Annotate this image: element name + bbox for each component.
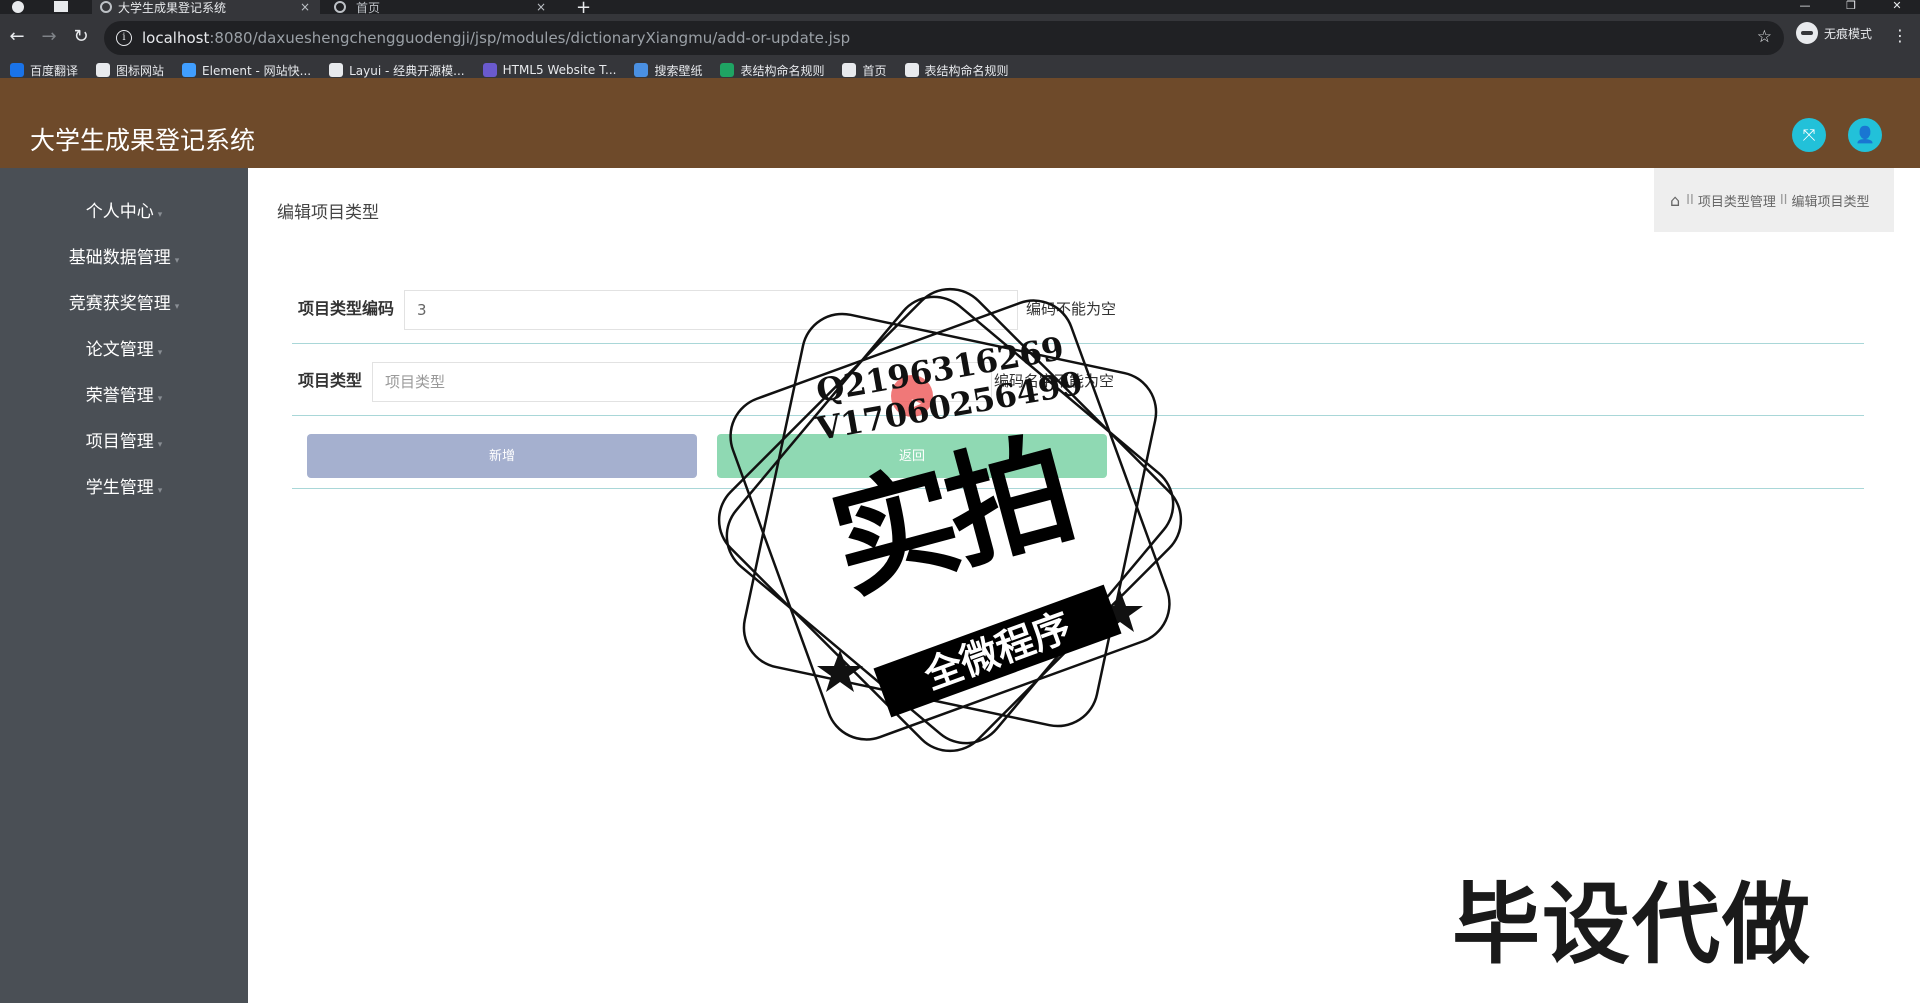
sidebar: 个人中心 ▾ 基础数据管理 ▾ 竞赛获奖管理 ▾ 论文管理 ▾ 荣誉管理 ▾ 项目管理 ▾ … (0, 168, 248, 1003)
element-icon (182, 63, 197, 77)
app-title: 大学生成果登记系统 (30, 126, 256, 155)
sidebar-item-label: 基础数据管理 (68, 248, 171, 268)
breadcrumb: ⌂ II 项目类型管理 II 编辑项目类型 (1654, 168, 1894, 232)
html5-icon (482, 63, 497, 77)
url-path: :8080/daxueshengchengguodengji/jsp/modul… (209, 29, 851, 47)
sidebar-item-label: 学生管理 (85, 478, 154, 498)
caret-icon: ▾ (157, 210, 163, 220)
breadcrumb-separator: II (1686, 192, 1694, 208)
bookmark-label: 表结构命名规则 (924, 63, 1009, 78)
url-text[interactable]: localhost:8080/daxueshengchengguodengji/… (142, 29, 850, 47)
bookmark-label: 搜索壁纸 (654, 63, 703, 78)
sheet-icon (720, 63, 735, 77)
star-icon (817, 650, 863, 692)
sidebar-item-honors[interactable]: 荣誉管理 ▾ (0, 376, 248, 416)
browser-menu-icon[interactable]: ⋮ (1892, 26, 1908, 45)
address-bar[interactable]: i localhost:8080/daxueshengchengguodengj… (104, 21, 1784, 55)
caret-icon: ▾ (174, 302, 180, 312)
sidebar-item-competition[interactable]: 竞赛获奖管理 ▾ (0, 284, 248, 324)
tab-inactive[interactable]: 首页 × (326, 0, 556, 15)
name-label: 项目类型 (298, 371, 363, 390)
bookmark-label: Layui - 经典开源模... (349, 63, 465, 78)
tab-favicon-icon (100, 1, 112, 13)
browser-tab-strip: 大学生成果登记系统 × 首页 × + — ❐ ✕ (0, 0, 1920, 18)
incognito-indicator[interactable]: 无痕模式 (1796, 22, 1872, 44)
breadcrumb-current: 编辑项目类型 (1791, 194, 1870, 210)
bookmark-item[interactable]: 图标网站 (96, 62, 164, 79)
url-host: localhost (142, 29, 210, 47)
code-label: 项目类型编码 (298, 299, 395, 318)
home-icon[interactable]: ⌂ (1670, 191, 1680, 210)
bookmark-item[interactable]: 表结构命名规则 (904, 62, 1009, 79)
bookmark-item[interactable]: Layui - 经典开源模... (329, 62, 465, 79)
window-menu-icon[interactable] (54, 1, 68, 12)
layui-icon (329, 63, 344, 77)
reload-icon[interactable]: ↻ (70, 26, 92, 48)
globe-icon (842, 63, 857, 77)
forward-arrow-icon[interactable]: → (38, 26, 60, 48)
bookmark-item[interactable]: 首页 (842, 62, 887, 79)
bookmark-item[interactable]: 百度翻译 (10, 62, 78, 79)
caret-icon: ▾ (157, 348, 163, 358)
flag-icon (96, 63, 111, 77)
add-button[interactable]: 新增 (307, 434, 697, 478)
caret-icon: ▾ (157, 394, 163, 404)
bookmark-item[interactable]: 表结构命名规则 (720, 62, 824, 79)
caret-icon: ▾ (174, 256, 180, 266)
sidebar-item-projects[interactable]: 项目管理 ▾ (0, 422, 248, 462)
sidebar-item-label: 项目管理 (85, 432, 154, 452)
corner-watermark: 毕设代做 (1452, 873, 1813, 976)
app-header: 大学生成果登记系统 ⤧ 👤 (0, 78, 1920, 168)
bookmark-label: HTML5 Website T... (502, 63, 617, 77)
breadcrumb-parent[interactable]: 项目类型管理 (1698, 191, 1776, 210)
sidebar-item-personal-center[interactable]: 个人中心 ▾ (0, 192, 248, 232)
sidebar-item-basic-data[interactable]: 基础数据管理 ▾ (0, 238, 248, 278)
restore-icon[interactable]: ❐ (1828, 0, 1874, 14)
user-icon: 👤 (1855, 125, 1875, 144)
bookmark-star-icon[interactable]: ☆ (1757, 27, 1772, 47)
tab-close-icon[interactable]: × (300, 0, 310, 14)
back-arrow-icon[interactable]: ← (6, 26, 28, 48)
tab-close-icon[interactable]: × (536, 0, 546, 14)
sidebar-item-papers[interactable]: 论文管理 ▾ (0, 330, 248, 370)
incognito-icon (1796, 22, 1818, 44)
window-controls: — ❐ ✕ (1782, 0, 1920, 14)
close-window-icon[interactable]: ✕ (1874, 0, 1920, 14)
sidebar-item-label: 竞赛获奖管理 (68, 294, 171, 314)
tab-active[interactable]: 大学生成果登记系统 × (92, 0, 320, 15)
fullscreen-button[interactable]: ⤧ (1792, 118, 1826, 152)
sidebar-item-students[interactable]: 学生管理 ▾ (0, 468, 248, 508)
bookmark-item[interactable]: HTML5 Website T... (482, 63, 617, 77)
site-info-icon[interactable]: i (116, 30, 132, 46)
sidebar-item-label: 论文管理 (85, 340, 154, 360)
caret-icon: ▾ (157, 486, 163, 496)
browser-toolbar: ← → ↻ i localhost:8080/daxueshengchenggu… (0, 14, 1920, 62)
sidebar-item-label: 个人中心 (85, 202, 154, 222)
bookmark-label: 图标网站 (116, 63, 165, 78)
sidebar-item-label: 荣誉管理 (85, 386, 154, 406)
bookmarks-bar: 百度翻译 图标网站 Element - 网站快... Layui - 经典开源模...… (0, 62, 1920, 78)
browser-logo-icon (12, 1, 24, 13)
minimize-icon[interactable]: — (1782, 0, 1828, 14)
page-title: 编辑项目类型 (277, 203, 379, 223)
user-menu-button[interactable]: 👤 (1848, 118, 1882, 152)
caret-icon: ▾ (157, 440, 163, 450)
bookmark-label: Element - 网站快... (202, 63, 312, 78)
incognito-label: 无痕模式 (1824, 26, 1873, 41)
expand-icon: ⤧ (1802, 125, 1816, 144)
wallpaper-icon (634, 63, 649, 77)
bookmark-item[interactable]: Element - 网站快... (182, 62, 311, 79)
bookmark-item[interactable]: 搜索壁纸 (634, 62, 702, 79)
tab-favicon-icon (334, 1, 346, 13)
globe-icon (904, 63, 919, 77)
bookmark-label: 首页 (862, 63, 887, 78)
breadcrumb-separator: II (1779, 192, 1788, 208)
bookmark-label: 表结构命名规则 (740, 63, 825, 78)
translate-icon (10, 63, 24, 77)
bookmark-label: 百度翻译 (30, 63, 79, 78)
